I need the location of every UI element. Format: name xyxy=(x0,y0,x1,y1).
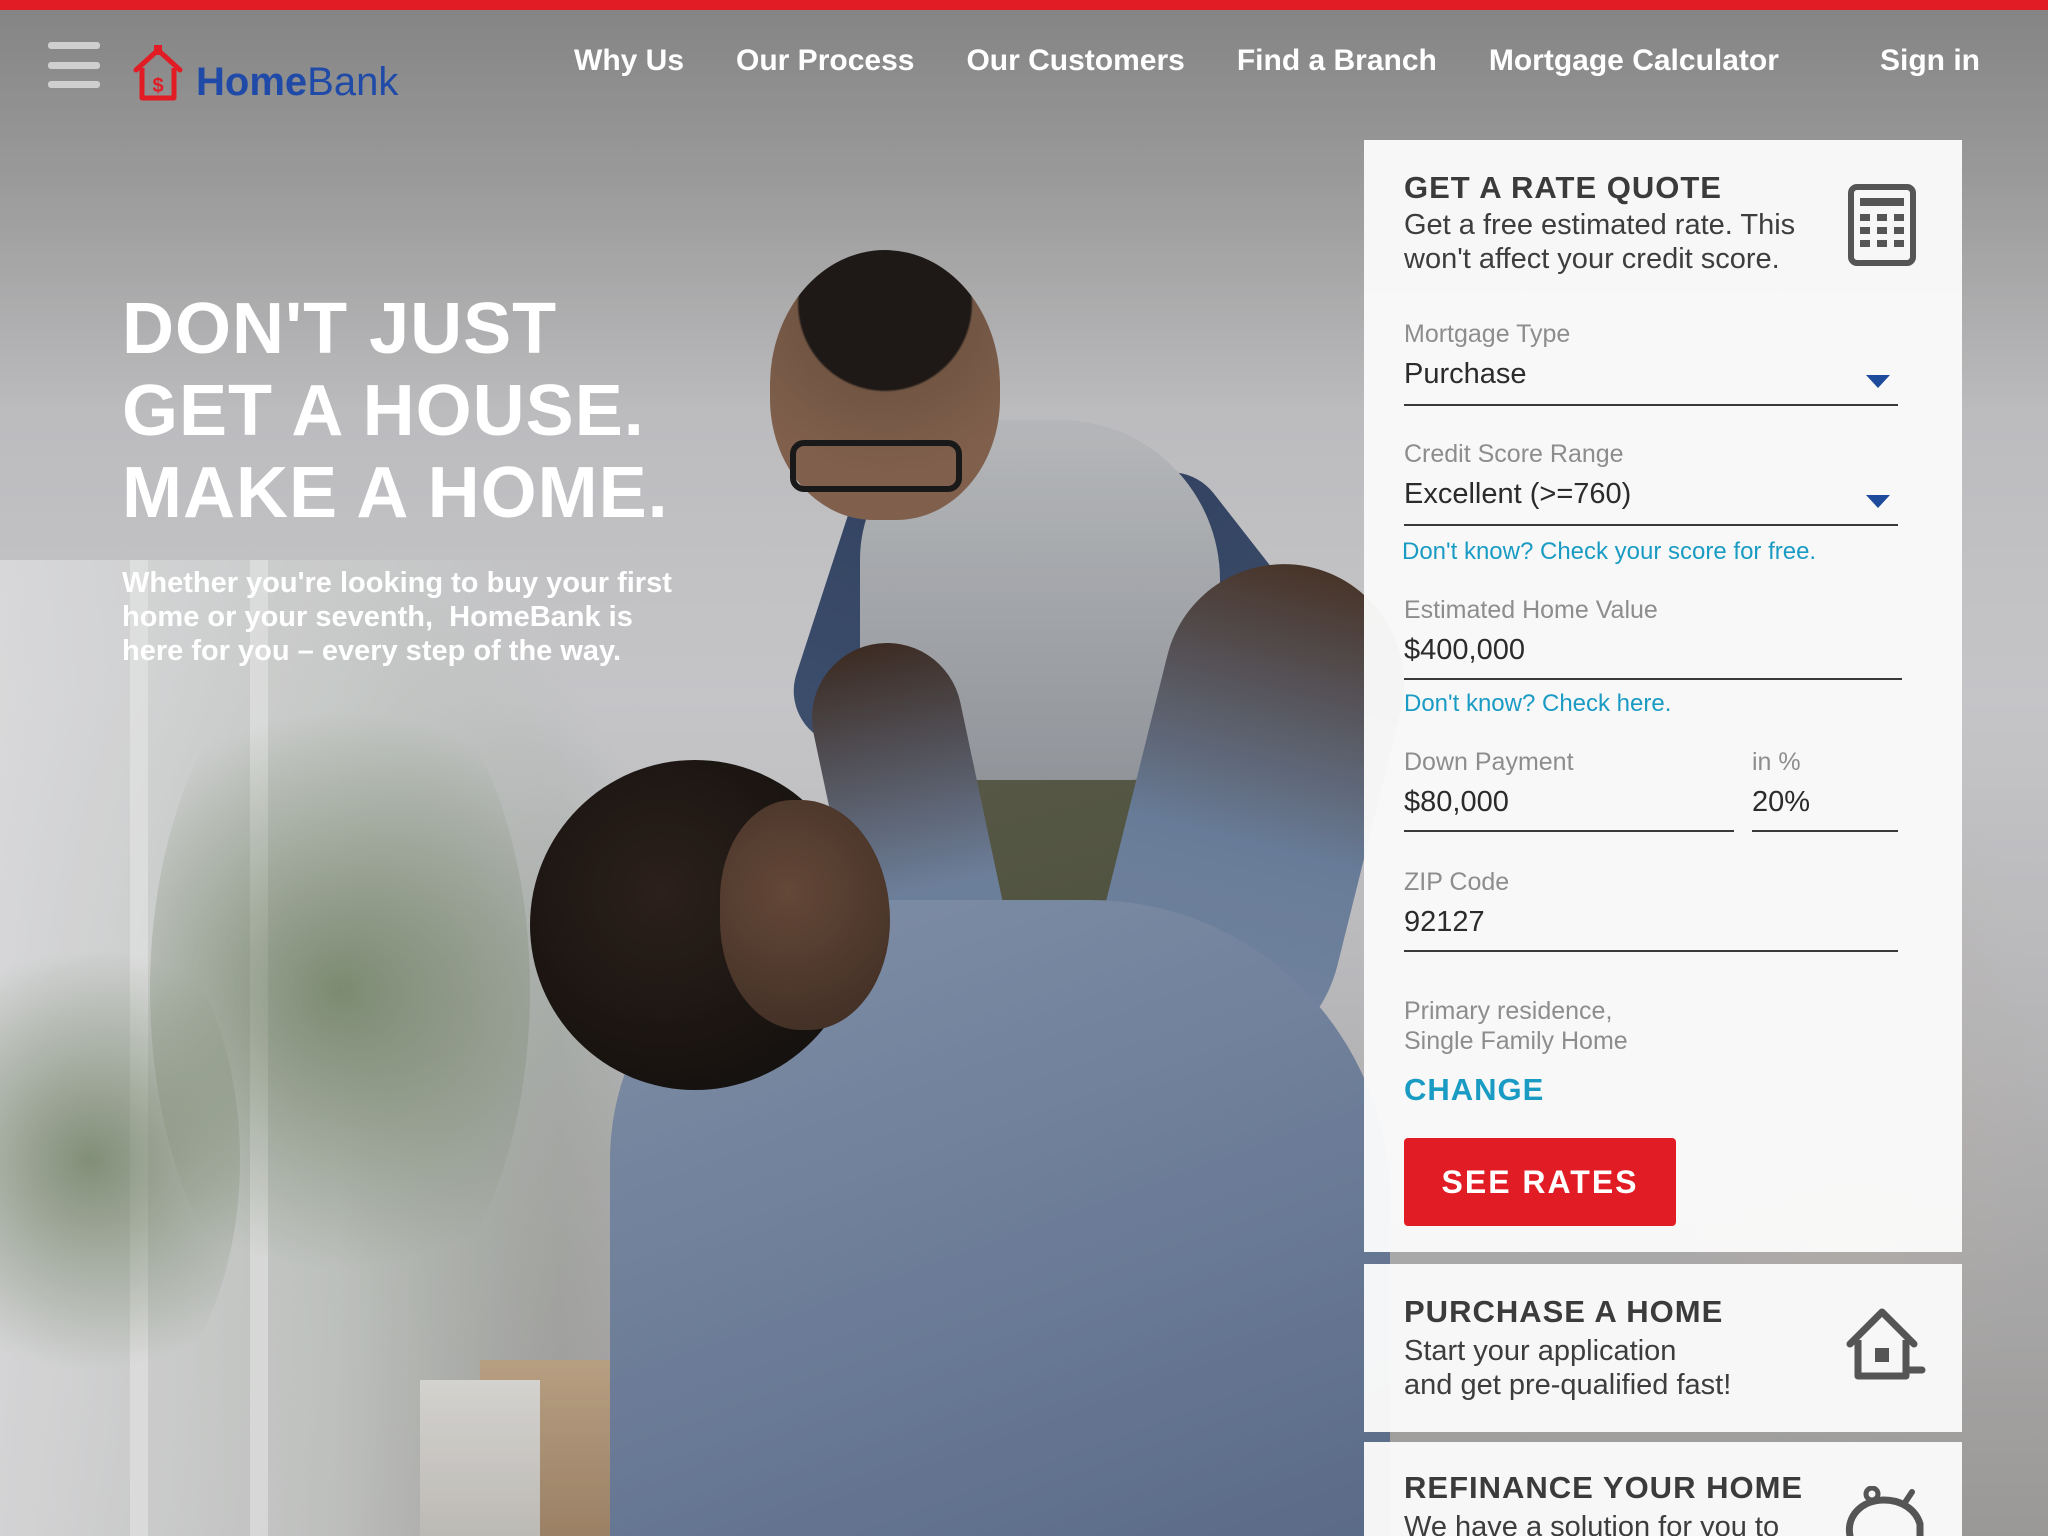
rate-quote-description-line: won't affect your credit score. xyxy=(1404,243,1780,275)
logo-text-light: Bank xyxy=(307,60,399,104)
hero-subheadline-line: home or your seventh, HomeBank is xyxy=(122,601,633,633)
field-underline xyxy=(1404,524,1898,526)
refinance-home-title: REFINANCE YOUR HOME xyxy=(1404,1470,1804,1505)
nav-our-customers[interactable]: Our Customers xyxy=(966,44,1184,78)
hero-headline-line: DON'T JUST xyxy=(122,289,558,369)
svg-text:$: $ xyxy=(152,75,163,97)
zip-code-label: ZIP Code xyxy=(1404,868,1510,896)
purchase-home-description-line: and get pre-qualified fast! xyxy=(1404,1369,1732,1401)
logo-text: HomeBank xyxy=(196,60,398,104)
property-summary: Primary residence, Single Family Home xyxy=(1404,996,1628,1056)
see-rates-button[interactable]: SEE RATES xyxy=(1404,1138,1676,1226)
home-value-label: Estimated Home Value xyxy=(1404,596,1658,624)
piggy-bank-icon xyxy=(1845,1486,1924,1536)
down-percent-input[interactable]: 20% xyxy=(1752,786,1810,819)
purchase-home-card[interactable]: PURCHASE A HOME Start your application a… xyxy=(1364,1264,1962,1432)
menu-line xyxy=(48,61,100,69)
brand-top-bar xyxy=(0,0,2048,10)
purchase-home-title: PURCHASE A HOME xyxy=(1404,1294,1724,1329)
credit-score-value: Excellent (>=760) xyxy=(1404,478,1632,510)
chevron-down-icon xyxy=(1866,495,1890,508)
nav-mortgage-calculator[interactable]: Mortgage Calculator xyxy=(1489,44,1779,78)
logo-text-bold: Home xyxy=(196,60,308,104)
check-credit-score-link[interactable]: Don't know? Check your score for free. xyxy=(1402,538,1816,566)
hamburger-menu-icon[interactable] xyxy=(48,42,100,88)
menu-line xyxy=(48,42,100,49)
field-underline xyxy=(1404,404,1898,406)
mortgage-type-select[interactable]: Purchase xyxy=(1404,352,1898,402)
house-icon xyxy=(1846,1308,1926,1380)
purchase-home-description: Start your application and get pre-quali… xyxy=(1404,1334,1731,1402)
main-navigation: Why Us Our Process Our Customers Find a … xyxy=(574,44,1831,78)
refinance-home-card[interactable]: REFINANCE YOUR HOME We have a solution f… xyxy=(1364,1442,1962,1536)
down-payment-label: Down Payment xyxy=(1404,748,1574,776)
hero-headline-line: GET A HOUSE. xyxy=(122,371,645,451)
check-home-value-link[interactable]: Don't know? Check here. xyxy=(1404,690,1671,718)
hero-headline-line: MAKE A HOME. xyxy=(122,453,669,533)
homebank-logo[interactable]: $ HomeBank xyxy=(130,34,398,104)
change-property-link[interactable]: CHANGE xyxy=(1404,1072,1544,1108)
property-summary-line: Primary residence, xyxy=(1404,997,1613,1025)
house-dollar-icon: $ xyxy=(133,45,183,101)
hero-subheadline-line: here for you – every step of the way. xyxy=(122,635,622,667)
nav-why-us[interactable]: Why Us xyxy=(574,44,684,78)
field-underline xyxy=(1404,830,1734,832)
refinance-home-description-line: We have a solution for you to xyxy=(1404,1511,1780,1536)
field-underline xyxy=(1404,678,1902,680)
property-summary-line: Single Family Home xyxy=(1404,1027,1628,1055)
menu-line xyxy=(48,81,100,88)
field-underline xyxy=(1404,950,1898,952)
sign-in-link[interactable]: Sign in xyxy=(1880,44,1980,78)
hero-headline: DON'T JUST GET A HOUSE. MAKE A HOME. xyxy=(122,288,669,534)
calculator-icon xyxy=(1848,184,1916,266)
nav-find-a-branch[interactable]: Find a Branch xyxy=(1237,44,1437,78)
credit-score-label: Credit Score Range xyxy=(1404,440,1624,468)
chevron-down-icon xyxy=(1866,375,1890,388)
rate-quote-card: GET A RATE QUOTE Get a free estimated ra… xyxy=(1364,140,1962,1252)
down-payment-input[interactable]: $80,000 xyxy=(1404,786,1509,819)
credit-score-select[interactable]: Excellent (>=760) xyxy=(1404,472,1898,522)
hero-subheadline: Whether you're looking to buy your first… xyxy=(122,566,722,668)
home-value-input[interactable]: $400,000 xyxy=(1404,634,1525,667)
rate-quote-description: Get a free estimated rate. This won't af… xyxy=(1404,208,1844,276)
refinance-home-description: We have a solution for you to xyxy=(1404,1510,1779,1536)
mortgage-type-value: Purchase xyxy=(1404,358,1527,390)
field-underline xyxy=(1752,830,1898,832)
rate-quote-description-line: Get a free estimated rate. This xyxy=(1404,209,1796,241)
page: $ HomeBank Why Us Our Process Our Custom… xyxy=(0,0,2048,1536)
down-percent-label: in % xyxy=(1752,748,1801,776)
mortgage-type-label: Mortgage Type xyxy=(1404,320,1571,348)
rate-quote-title: GET A RATE QUOTE xyxy=(1404,170,1722,205)
nav-our-process[interactable]: Our Process xyxy=(736,44,914,78)
zip-code-input[interactable]: 92127 xyxy=(1404,906,1485,939)
hero-subheadline-line: Whether you're looking to buy your first xyxy=(122,567,672,599)
purchase-home-description-line: Start your application xyxy=(1404,1335,1677,1367)
